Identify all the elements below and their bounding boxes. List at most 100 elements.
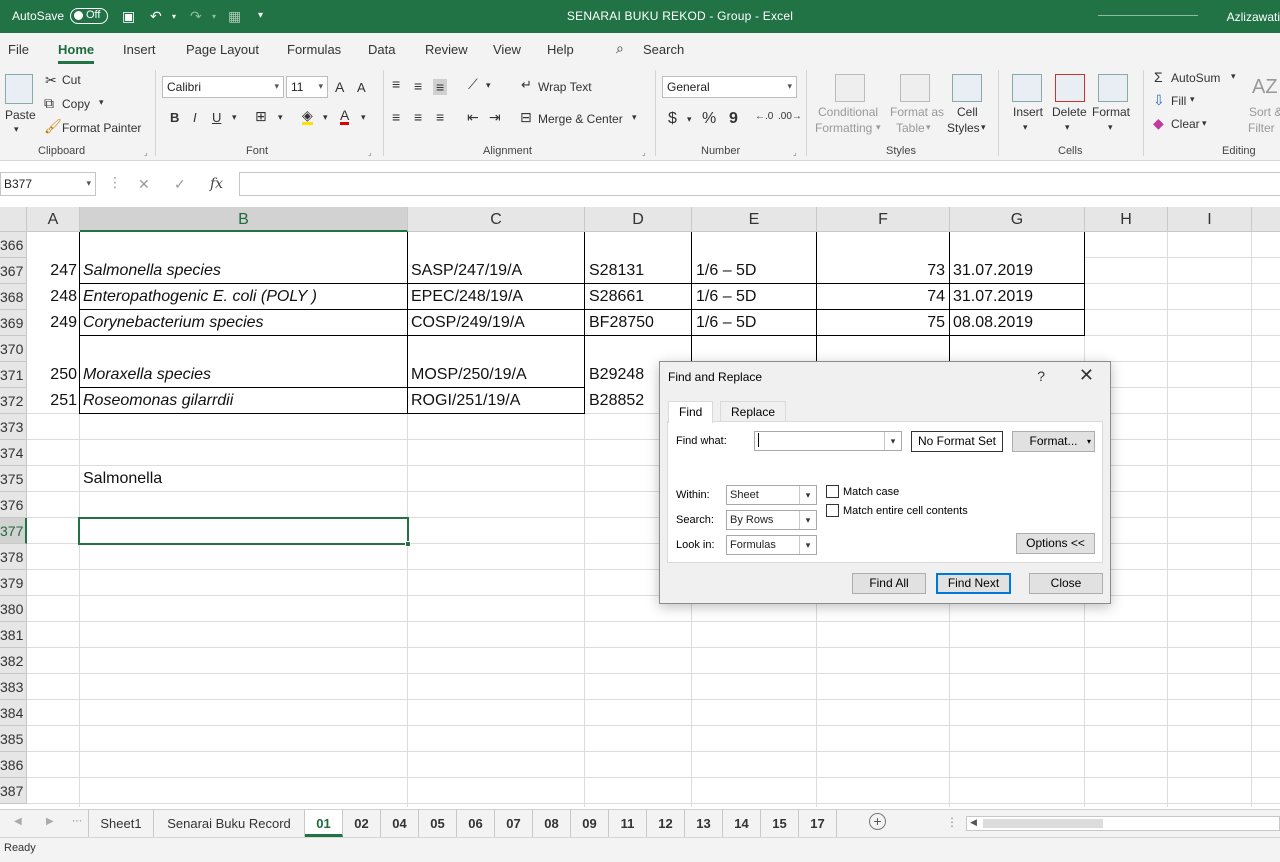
find-next-button[interactable]: Find Next [936,573,1011,594]
comma-button[interactable]: 9 [729,110,738,128]
tab-home[interactable]: Home [58,42,95,64]
sheet-tab-08[interactable]: 08 [533,810,571,837]
tab-view[interactable]: View [493,42,521,57]
close-button[interactable]: Close [1029,573,1103,594]
row-header[interactable]: 382 [0,648,27,674]
cell-f368[interactable]: 74 [818,284,945,310]
fill-handle[interactable] [405,541,411,547]
help-button[interactable]: ? [1037,368,1045,384]
match-entire-checkbox[interactable] [826,504,839,517]
tab-splitter-icon[interactable]: ⋮ [946,815,958,829]
sheet-tab-02[interactable]: 02 [343,810,381,837]
cell-c372[interactable]: ROGI/251/19/A [411,388,520,414]
row-header[interactable]: 370 [0,336,27,362]
cut-button[interactable]: Cut [62,73,81,87]
grow-font-button[interactable]: A [335,79,344,95]
bold-button[interactable]: B [170,110,179,125]
cell-b368[interactable]: Enteropathogenic E. coli (POLY ) [83,284,317,310]
clear-button[interactable]: Clear [1171,117,1200,131]
sheet-tab-13[interactable]: 13 [685,810,723,837]
merge-center-button[interactable]: Merge & Center [538,112,623,126]
sheet-tab-15[interactable]: 15 [761,810,799,837]
row-header-selected[interactable]: 377 [0,518,27,544]
sheet-tab-01[interactable]: 01 [305,810,343,837]
sheet-tab-09[interactable]: 09 [571,810,609,837]
look-in-select[interactable]: Formulas ▾ [726,535,817,555]
cell-e368[interactable]: 1/6 – 5D [696,284,756,310]
row-header[interactable]: 387 [0,778,27,804]
align-center-icon[interactable]: ≡ [414,109,422,125]
column-header-partial[interactable] [1252,207,1280,232]
row-header[interactable]: 384 [0,700,27,726]
sort-filter-icon[interactable]: AZ [1252,76,1278,99]
user-name[interactable]: Azlizawati [1227,10,1280,24]
format-painter-icon[interactable]: 🖌 [44,118,62,135]
clear-dropdown-icon[interactable]: ▾ [1202,118,1207,129]
copy-button[interactable]: Copy [62,97,90,111]
cancel-icon[interactable]: ✕ [138,176,150,193]
wrap-text-icon[interactable]: ↵ [521,77,532,93]
cell-b369[interactable]: Corynebacterium species [83,310,264,336]
options-button[interactable]: Options << [1016,533,1095,554]
cut-icon[interactable]: ✂ [45,72,57,89]
row-header[interactable]: 375 [0,466,27,492]
cell-b371[interactable]: Moraxella species [83,362,211,388]
enter-icon[interactable]: ✓ [174,176,186,193]
alignment-launcher-icon[interactable]: ⌟ [642,148,646,157]
format-cells-icon[interactable] [1098,74,1128,102]
sheet-tab-06[interactable]: 06 [457,810,495,837]
cell-g367[interactable]: 31.07.2019 [953,258,1033,284]
format-as-table-icon[interactable] [900,74,930,102]
column-header-e[interactable]: E [692,207,817,232]
row-header[interactable]: 366 [0,232,27,258]
paste-icon[interactable] [5,74,33,104]
decrease-decimal-icon[interactable]: .00→ [778,111,802,122]
cell-styles-dropdown-icon[interactable]: ▾ [981,122,986,133]
cell-c368[interactable]: EPEC/248/19/A [411,284,523,310]
horizontal-scrollbar[interactable]: ◀ [966,816,1280,831]
cell-g368[interactable]: 31.07.2019 [953,284,1033,310]
search-order-select[interactable]: By Rows ▾ [726,510,817,530]
cell-styles-icon[interactable] [952,74,982,102]
cell-a368[interactable]: 248 [28,284,77,310]
format-cells-button[interactable]: Format [1092,105,1130,119]
fill-color-icon[interactable]: ◈ [302,108,313,125]
tab-review[interactable]: Review [425,42,468,57]
sheet-tab-senarai-buku-record[interactable]: Senarai Buku Record [154,810,305,837]
tab-help[interactable]: Help [547,42,574,57]
align-middle-icon[interactable]: ≡ [414,78,422,94]
underline-dropdown-icon[interactable]: ▾ [232,112,237,123]
delete-cells-icon[interactable] [1055,74,1085,102]
font-size-combo[interactable]: 11 ▾ [286,76,328,98]
shrink-font-button[interactable]: A [357,80,366,95]
row-header[interactable]: 376 [0,492,27,518]
row-header[interactable]: 383 [0,674,27,700]
cell-c369[interactable]: COSP/249/19/A [411,310,525,336]
delete-cells-button[interactable]: Delete [1052,105,1087,119]
row-header[interactable]: 369 [0,310,27,336]
sheet-tab-14[interactable]: 14 [723,810,761,837]
tab-find[interactable]: Find [668,401,714,423]
column-header-b[interactable]: B [80,207,408,232]
orientation-dropdown-icon[interactable]: ▾ [486,80,491,91]
paste-button[interactable]: Paste [5,108,36,122]
cell-b375[interactable]: Salmonella [83,466,162,492]
row-header[interactable]: 380 [0,596,27,622]
number-format-combo[interactable]: General ▾ [662,76,797,98]
row-header[interactable]: 373 [0,414,27,440]
column-header-c[interactable]: C [408,207,585,232]
align-left-icon[interactable]: ≡ [392,109,400,125]
copy-dropdown-icon[interactable]: ▾ [99,97,104,108]
column-header-g[interactable]: G [950,207,1085,232]
font-name-combo[interactable]: Calibri ▾ [162,76,284,98]
format-table-dropdown-icon[interactable]: ▾ [926,122,931,133]
align-top-icon[interactable]: ≡ [392,76,400,92]
align-bottom-icon[interactable]: ≡ [433,79,448,95]
copy-icon[interactable]: ⧉ [44,95,54,112]
currency-button[interactable]: $ [668,110,677,128]
underline-button[interactable]: U [212,110,221,125]
scroll-left-icon[interactable]: ◀ [970,817,977,828]
match-case-checkbox[interactable] [826,485,839,498]
row-header[interactable]: 381 [0,622,27,648]
orientation-icon[interactable]: ⟋ [468,76,478,93]
